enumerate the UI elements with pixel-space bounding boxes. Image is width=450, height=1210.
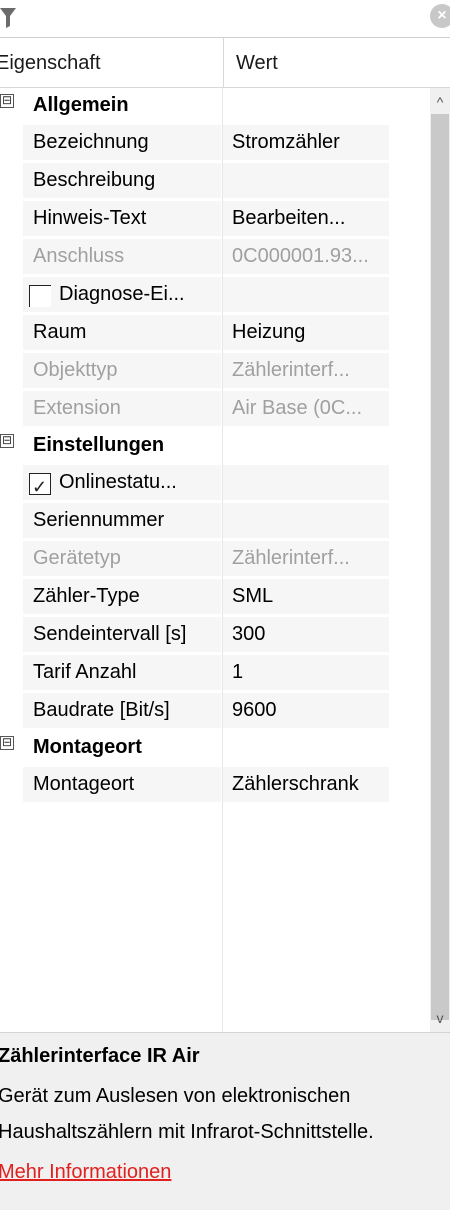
description-panel: Zählerinterface IR Air Gerät zum Auslese…: [0, 1032, 450, 1210]
scroll-up-icon[interactable]: ^: [430, 90, 450, 114]
property-value[interactable]: SML: [223, 579, 389, 614]
property-row-hinweis-text[interactable]: Hinweis-Text Bearbeiten...: [0, 200, 430, 236]
property-value[interactable]: [223, 503, 389, 538]
property-name: Bezeichnung: [23, 125, 221, 160]
collapse-icon[interactable]: ⊟: [0, 434, 14, 448]
property-value[interactable]: 1: [223, 655, 389, 690]
description-text-line: Haushaltszählern mit Infrarot-Schnittste…: [0, 1121, 374, 1143]
property-row-montageort[interactable]: Montageort Zählerschrank: [0, 766, 430, 802]
checkbox-label: Onlinestatu...: [59, 471, 177, 493]
property-value: 0C000001.93...: [223, 239, 389, 274]
check-icon: ✓: [32, 477, 48, 497]
property-row-beschreibung[interactable]: Beschreibung: [0, 162, 430, 198]
property-value[interactable]: Bearbeiten...: [223, 201, 389, 236]
collapse-icon[interactable]: ⊟: [0, 736, 14, 750]
property-row-tarif-anzahl[interactable]: Tarif Anzahl 1: [0, 654, 430, 690]
property-grid: ⊟ Allgemein Bezeichnung Stromzähler Besc…: [0, 88, 430, 1032]
diagnose-checkbox[interactable]: [29, 285, 51, 307]
property-name-cell: ✓ Onlinestatu...: [23, 465, 221, 500]
property-value[interactable]: [223, 277, 389, 312]
property-name: Raum: [23, 315, 221, 350]
category-allgemein[interactable]: ⊟ Allgemein: [0, 88, 430, 124]
property-name: Montageort: [23, 767, 221, 802]
property-value: Zählerinterf...: [223, 541, 389, 576]
property-name: Anschluss: [23, 239, 221, 274]
panel-titlebar: ×: [0, 0, 450, 38]
property-name: Seriennummer: [23, 503, 221, 538]
more-info-link[interactable]: Mehr Informationen: [0, 1161, 171, 1184]
column-header-property[interactable]: Eigenschaft: [0, 38, 224, 88]
property-name: Tarif Anzahl: [23, 655, 221, 690]
property-row-bezeichnung[interactable]: Bezeichnung Stromzähler: [0, 124, 430, 160]
onlinestatus-checkbox[interactable]: ✓: [29, 473, 51, 497]
property-name: Baudrate [Bit/s]: [23, 693, 221, 728]
property-value[interactable]: [223, 465, 389, 500]
category-label: Einstellungen: [33, 434, 165, 456]
property-name: Beschreibung: [23, 163, 221, 198]
property-name: Gerätetyp: [23, 541, 221, 576]
property-value[interactable]: Stromzähler: [223, 125, 389, 160]
grid-header: Eigenschaft Wert: [0, 38, 450, 88]
property-row-geraetetyp[interactable]: Gerätetyp Zählerinterf...: [0, 540, 430, 576]
property-row-raum[interactable]: Raum Heizung: [0, 314, 430, 350]
checkbox-label: Diagnose-Ei...: [59, 283, 185, 305]
property-row-baudrate[interactable]: Baudrate [Bit/s] 9600: [0, 692, 430, 728]
filter-icon[interactable]: [0, 6, 16, 28]
property-value: Air Base (0C...: [223, 391, 389, 426]
property-row-extension[interactable]: Extension Air Base (0C...: [0, 390, 430, 426]
property-row-sendeintervall[interactable]: Sendeintervall [s] 300: [0, 616, 430, 652]
property-name: Sendeintervall [s]: [23, 617, 221, 652]
vertical-scrollbar[interactable]: ^ v: [430, 88, 450, 1032]
property-value: Zählerinterf...: [223, 353, 389, 388]
scroll-down-icon[interactable]: v: [430, 1006, 450, 1030]
category-montageort[interactable]: ⊟ Montageort: [0, 730, 430, 766]
property-name: Zähler-Type: [23, 579, 221, 614]
property-row-anschluss[interactable]: Anschluss 0C000001.93...: [0, 238, 430, 274]
property-name-cell: Diagnose-Ei...: [23, 277, 221, 312]
description-text-line: Gerät zum Auslesen von elektronischen: [0, 1085, 351, 1107]
property-name: Extension: [23, 391, 221, 426]
property-value[interactable]: 300: [223, 617, 389, 652]
property-value[interactable]: 9600: [223, 693, 389, 728]
property-value[interactable]: Zählerschrank: [223, 767, 389, 802]
column-header-value[interactable]: Wert: [236, 38, 278, 88]
property-row-objekttyp[interactable]: Objekttyp Zählerinterf...: [0, 352, 430, 388]
category-label: Allgemein: [33, 94, 129, 116]
collapse-icon[interactable]: ⊟: [0, 94, 14, 108]
property-name: Objekttyp: [23, 353, 221, 388]
close-icon[interactable]: ×: [430, 4, 450, 28]
property-row-seriennummer[interactable]: Seriennummer: [0, 502, 430, 538]
property-name: Hinweis-Text: [23, 201, 221, 236]
category-label: Montageort: [33, 736, 142, 758]
property-value[interactable]: [223, 163, 389, 198]
property-row-zaehler-type[interactable]: Zähler-Type SML: [0, 578, 430, 614]
property-value[interactable]: Heizung: [223, 315, 389, 350]
description-title: Zählerinterface IR Air: [0, 1045, 200, 1067]
category-einstellungen[interactable]: ⊟ Einstellungen: [0, 428, 430, 464]
property-row-onlinestatus[interactable]: ✓ Onlinestatu...: [0, 464, 430, 500]
scroll-thumb[interactable]: [431, 114, 449, 1020]
property-row-diagnose[interactable]: Diagnose-Ei...: [0, 276, 430, 312]
